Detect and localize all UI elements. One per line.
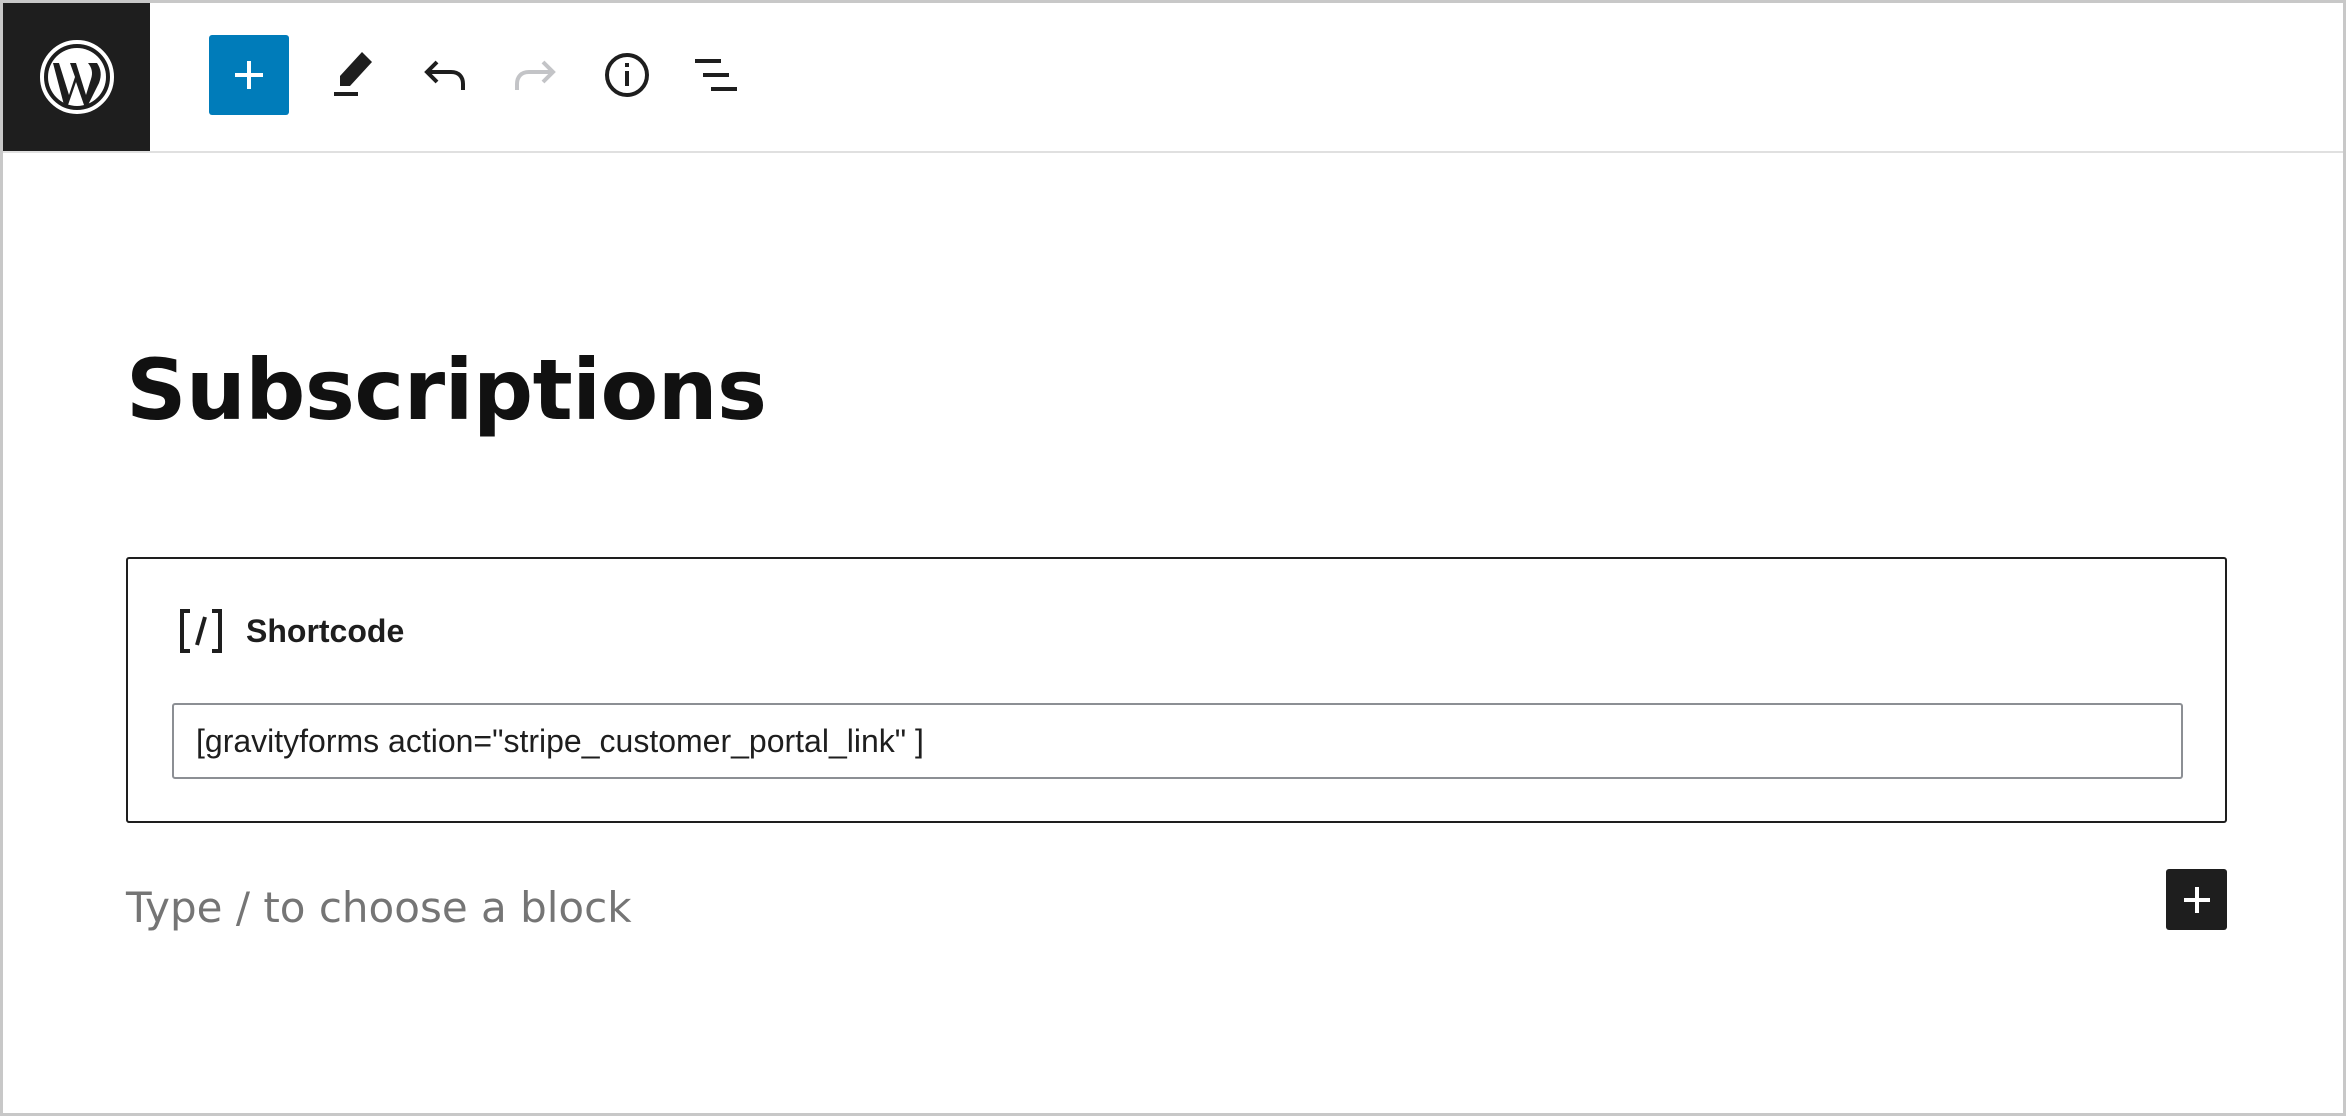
shortcode-block-label: Shortcode — [246, 612, 405, 649]
inline-add-block-button[interactable] — [2166, 869, 2227, 930]
shortcode-icon — [178, 609, 224, 653]
undo-button[interactable] — [405, 35, 485, 115]
shortcode-input[interactable] — [172, 703, 2183, 779]
redo-button[interactable] — [495, 35, 575, 115]
tools-button[interactable] — [315, 35, 395, 115]
add-block-button[interactable] — [209, 35, 289, 115]
editor-toolbar — [3, 3, 2343, 153]
shortcode-block[interactable]: Shortcode — [126, 557, 2227, 823]
list-view-button[interactable] — [677, 35, 757, 115]
wordpress-logo-icon[interactable] — [3, 3, 150, 151]
plus-icon — [2183, 886, 2210, 913]
empty-paragraph-placeholder[interactable]: Type / to choose a block — [126, 883, 632, 933]
details-button[interactable] — [587, 35, 667, 115]
redo-icon — [515, 60, 556, 90]
editor-window: Subscriptions Shortcode Type / to choose… — [0, 0, 2346, 1116]
info-icon — [605, 53, 649, 97]
shortcode-block-header: Shortcode — [178, 609, 404, 653]
list-view-icon — [695, 59, 737, 91]
plus-icon — [235, 61, 263, 89]
pencil-icon — [334, 52, 372, 96]
undo-icon — [424, 60, 465, 90]
page-title[interactable]: Subscriptions — [126, 348, 767, 432]
